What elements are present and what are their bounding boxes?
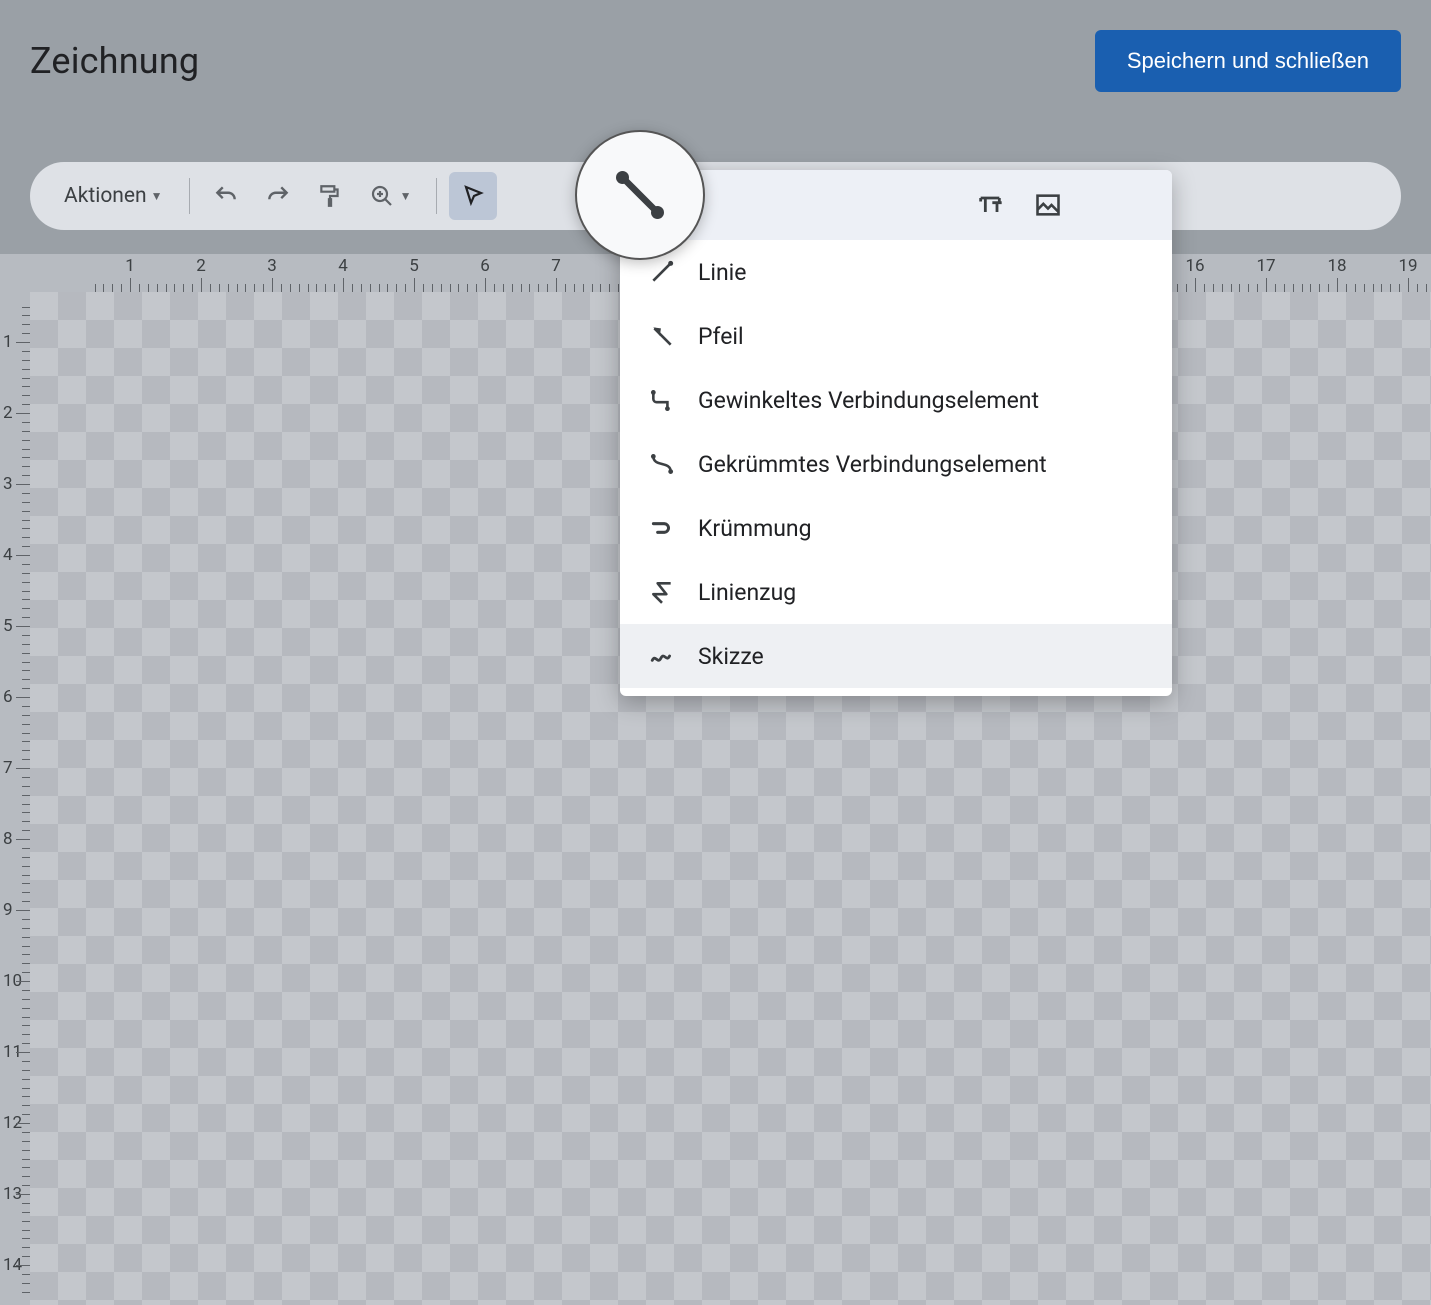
line-menu-item-label: Pfeil (698, 323, 744, 350)
ruler-number: 6 (480, 256, 490, 276)
curve-icon (648, 514, 676, 542)
ruler-number: 1 (3, 332, 13, 352)
line-menu-item-label: Linie (698, 259, 746, 286)
text-tool-button[interactable] (976, 191, 1004, 219)
ruler-number: 8 (3, 829, 13, 849)
line-menu-item-scribble[interactable]: Skizze (620, 624, 1172, 688)
ruler-number: 7 (3, 758, 13, 778)
elbow-icon (648, 386, 676, 414)
undo-button[interactable] (202, 172, 250, 220)
select-tool-button[interactable] (449, 172, 497, 220)
paint-roller-icon (317, 183, 343, 209)
line-menu-item-polyline[interactable]: Linienzug (620, 560, 1172, 624)
ruler-number: 5 (3, 616, 13, 636)
ruler-number: 1 (125, 256, 135, 276)
ruler-number: 18 (1327, 256, 1346, 276)
toolbar-separator (436, 178, 437, 214)
toolbar-separator (189, 178, 190, 214)
line-menu-item-label: Linienzug (698, 579, 796, 606)
line-menu-item-label: Gekrümmtes Verbindungselement (698, 451, 1047, 478)
line-menu-item-curve[interactable]: Krümmung (620, 496, 1172, 560)
zoom-icon (370, 184, 394, 208)
curved-icon (648, 450, 676, 478)
ruler-number: 17 (1256, 256, 1275, 276)
paint-format-button[interactable] (306, 172, 354, 220)
line-menu-item-elbow[interactable]: Gewinkeltes Verbindungselement (620, 368, 1172, 432)
ruler-number: 5 (409, 256, 419, 276)
save-close-button[interactable]: Speichern und schließen (1095, 30, 1401, 92)
ruler-number: 7 (551, 256, 561, 276)
ruler-number: 19 (1398, 256, 1417, 276)
ruler-number: 16 (1185, 256, 1204, 276)
ruler-number: 2 (3, 403, 13, 423)
image-icon (1034, 191, 1062, 219)
ruler-number: 4 (338, 256, 348, 276)
line-menu-item-curved[interactable]: Gekrümmtes Verbindungselement (620, 432, 1172, 496)
scribble-icon (648, 642, 676, 670)
ruler-number: 6 (3, 687, 13, 707)
redo-button[interactable] (254, 172, 302, 220)
line-menu-item-line[interactable]: Linie (620, 240, 1172, 304)
line-tool-highlight[interactable] (575, 130, 705, 260)
undo-icon (213, 183, 239, 209)
line-icon (648, 258, 676, 286)
page-title: Zeichnung (30, 40, 199, 82)
line-menu-item-label: Skizze (698, 643, 764, 670)
redo-icon (265, 183, 291, 209)
vertical-ruler: 1234567891011121314 (0, 292, 30, 1305)
ruler-number: 3 (267, 256, 277, 276)
image-tool-button[interactable] (1034, 191, 1062, 219)
modal-header: Zeichnung Speichern und schließen (30, 30, 1401, 92)
line-menu-item-arrow[interactable]: Pfeil (620, 304, 1172, 368)
caret-down-icon: ▼ (151, 189, 163, 203)
ruler-number: 9 (3, 900, 13, 920)
arrow-icon (648, 322, 676, 350)
actions-label: Aktionen (64, 184, 147, 208)
cursor-icon (461, 184, 485, 208)
ruler-number: 3 (3, 474, 13, 494)
line-menu-item-label: Gewinkeltes Verbindungselement (698, 387, 1039, 414)
ruler-number: 4 (3, 545, 13, 565)
line-icon (610, 165, 670, 225)
line-menu-item-label: Krümmung (698, 515, 812, 542)
polyline-icon (648, 578, 676, 606)
actions-menu-button[interactable]: Aktionen ▼ (50, 172, 177, 220)
textbox-icon (976, 191, 1004, 219)
zoom-button[interactable]: ▼ (358, 172, 424, 220)
caret-down-icon: ▼ (400, 189, 412, 203)
line-tool-dropdown: Linie Pfeil Gewinkeltes Verbindungselement… (620, 170, 1172, 696)
ruler-number: 2 (196, 256, 206, 276)
